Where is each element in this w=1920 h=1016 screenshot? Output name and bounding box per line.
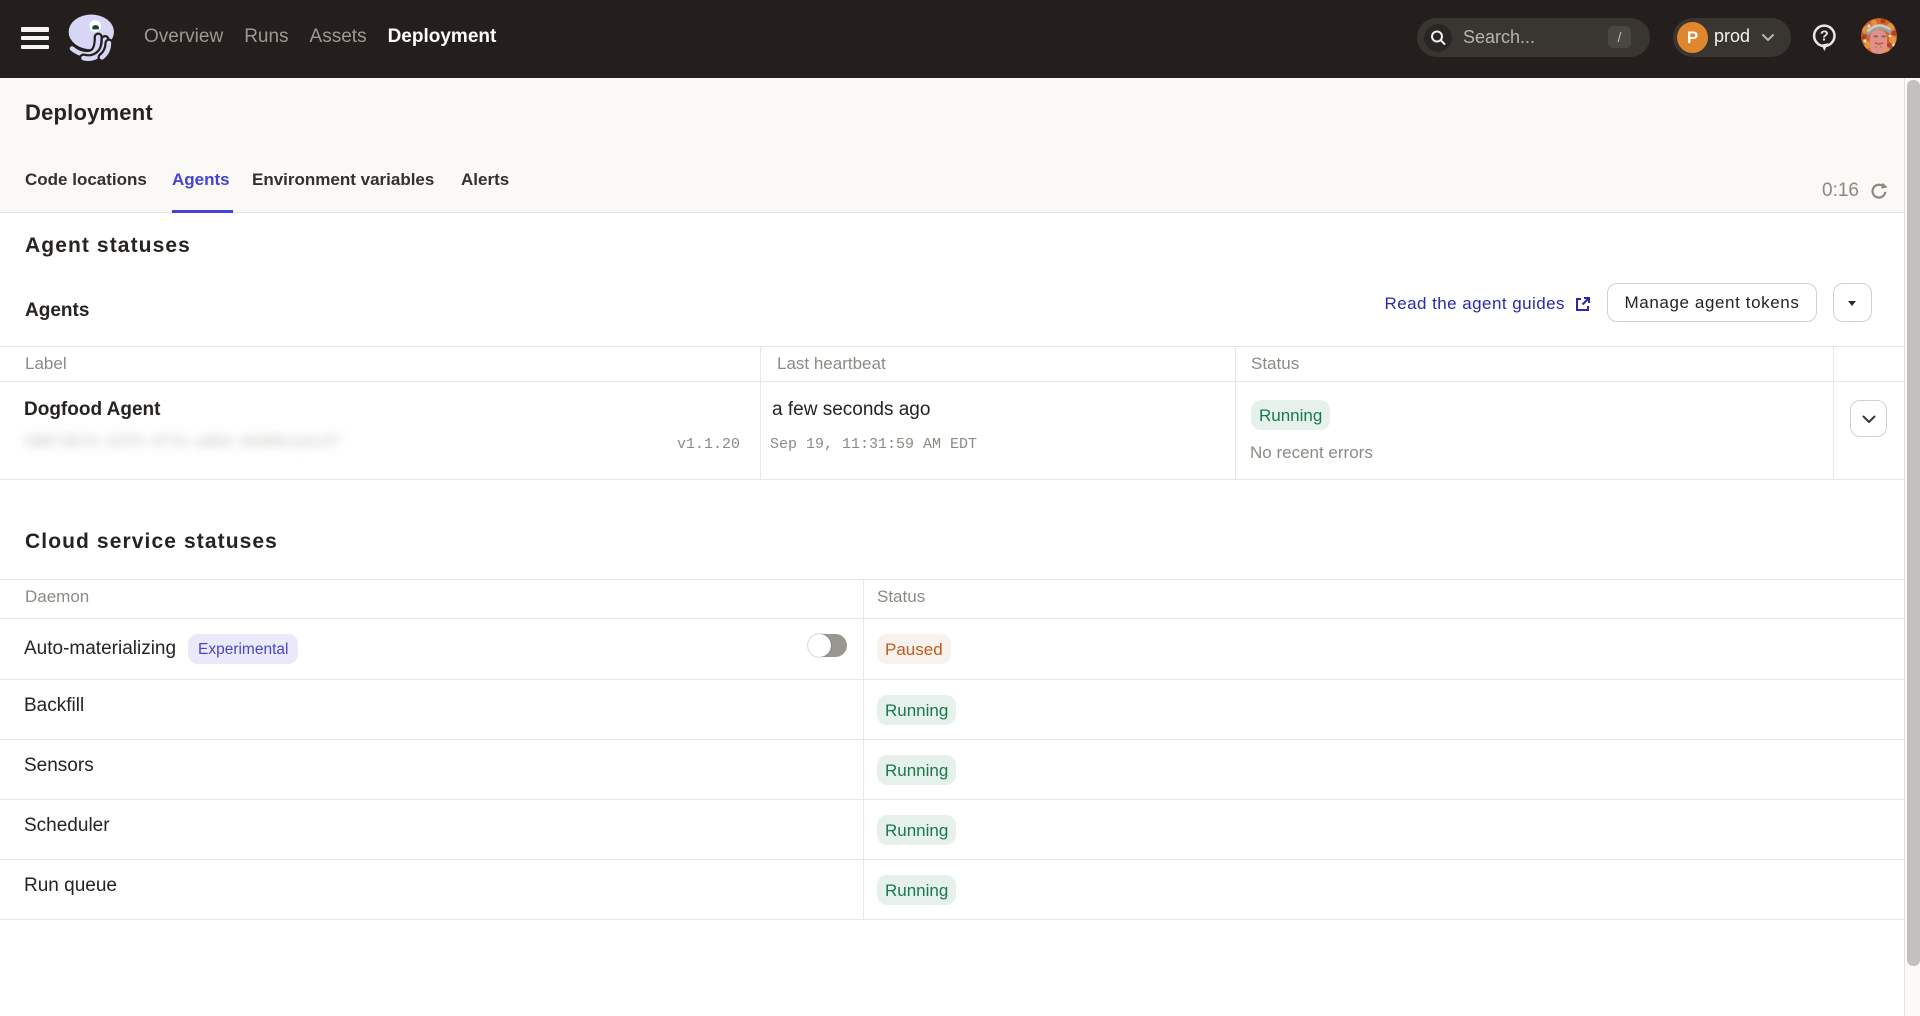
svg-text:?: ? (1820, 29, 1829, 45)
